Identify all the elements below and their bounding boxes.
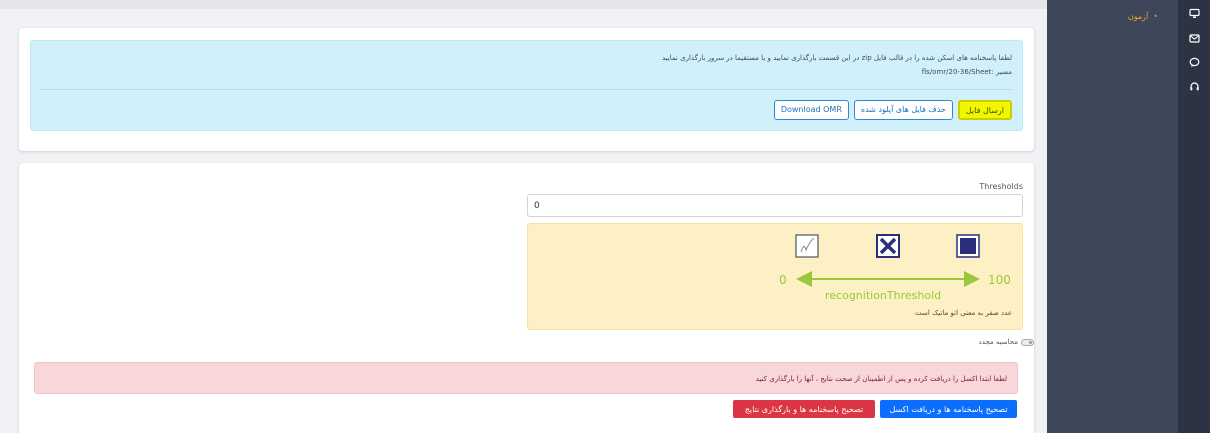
delete-uploaded-files-button[interactable]: حذف فایل های آپلود شده	[853, 100, 953, 120]
sidebar-item-label: آزمون	[1127, 12, 1149, 21]
monitor-icon[interactable]	[1187, 8, 1201, 22]
send-file-button[interactable]: ارسال فایل	[957, 100, 1012, 120]
download-omr-button[interactable]: Download OMR	[773, 100, 849, 120]
upload-card: لطفا پاسخنامه های اسکن شده را در قالب فا…	[19, 28, 1034, 151]
threshold-card: Thresholds 0 0 100 recognitionThreshold …	[19, 163, 1034, 433]
recalculate-label: محاسبه مجدد	[978, 338, 1018, 346]
correct-and-download-excel-button[interactable]: تصحیح پاسخنامه ها و دریافت اکسل	[880, 400, 1017, 418]
faint-mark-checkbox-icon	[795, 234, 819, 258]
correct-and-upload-results-button[interactable]: تصحیح پاسخنامه ها و بارگذاری نتایج	[733, 400, 875, 418]
upload-path: مسیر :fls/omr/20-36/Sheet	[921, 68, 1012, 76]
icon-strip	[1178, 0, 1210, 433]
chat-icon[interactable]	[1187, 57, 1201, 71]
bullet-dot: •	[1153, 12, 1158, 21]
thresholds-input[interactable]	[527, 194, 1023, 217]
recognition-threshold-diagram: 0 100 recognitionThreshold	[779, 234, 1011, 302]
crossed-checkbox-icon	[876, 234, 900, 258]
upload-instruction: لطفا پاسخنامه های اسکن شده را در قالب فا…	[662, 54, 1012, 62]
upload-button-row: ارسال فایل حذف فایل های آپلود شده Downlo…	[773, 100, 1012, 120]
top-bar	[0, 0, 1047, 9]
threshold-min-label: 0	[779, 273, 787, 287]
headset-icon[interactable]	[1187, 81, 1201, 95]
recalculate-toggle-row: محاسبه مجدد	[540, 338, 1034, 346]
envelope-icon[interactable]	[1187, 33, 1201, 47]
upload-info-box: لطفا پاسخنامه های اسکن شده را در قالب فا…	[30, 40, 1023, 131]
threshold-caption: recognitionThreshold	[825, 289, 941, 302]
recalculate-toggle[interactable]	[1021, 338, 1034, 346]
threshold-max-label: 100	[988, 273, 1011, 287]
divider	[41, 89, 1012, 90]
thresholds-label: Thresholds	[979, 182, 1023, 191]
sidebar: • آزمون	[1047, 0, 1210, 433]
threshold-help-box: 0 100 recognitionThreshold عدد صفر به مع…	[527, 223, 1023, 330]
double-arrow-icon	[796, 271, 980, 287]
filled-checkbox-icon	[956, 234, 980, 258]
warning-alert-text: لطفا ابتدا اکسل را دریافت کرده و پس از ا…	[755, 375, 1007, 383]
auto-threshold-note: عدد صفر به معنی اتو ماتیک است	[915, 309, 1012, 317]
sidebar-item-exam[interactable]: • آزمون	[1128, 12, 1158, 21]
warning-alert: لطفا ابتدا اکسل را دریافت کرده و پس از ا…	[34, 362, 1018, 394]
